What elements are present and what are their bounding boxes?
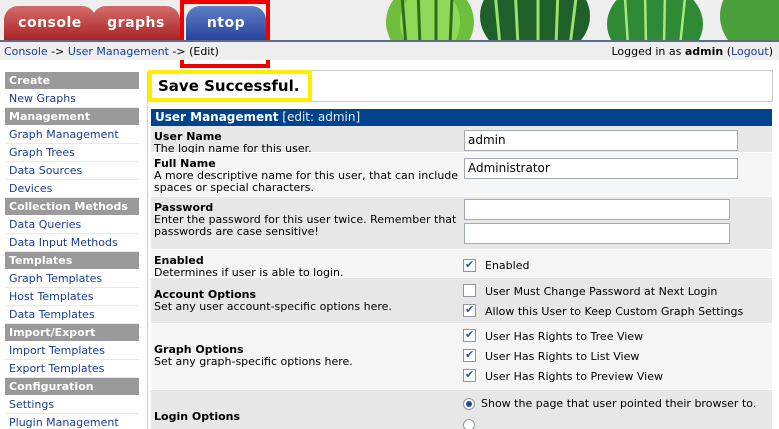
row-login-options: Login Options Show the page that user po… — [151, 390, 772, 429]
top-banner: console graphs ntop — [0, 0, 779, 40]
username-input[interactable]: admin — [464, 130, 738, 151]
sidebar-item-export-templates[interactable]: Export Templates — [5, 360, 139, 378]
enabled-checkbox-label: Enabled — [485, 259, 530, 272]
sidebar-item-new-graphs[interactable]: New Graphs — [5, 90, 139, 108]
sidebar-header-configuration: Configuration — [5, 378, 139, 395]
field-description: A more descriptive name for this user, t… — [154, 169, 459, 194]
sidebar-item-data-sources[interactable]: Data Sources — [5, 162, 139, 180]
sidebar-item-graph-templates[interactable]: Graph Templates — [5, 270, 139, 288]
sidebar-item-settings[interactable]: Settings — [5, 396, 139, 414]
sidebar-header-templates: Templates — [5, 252, 139, 269]
tree-view-rights-label: User Has Rights to Tree View — [485, 330, 644, 343]
login-prefix: Logged in as — [611, 44, 685, 58]
sidebar-item-graph-trees[interactable]: Graph Trees — [5, 144, 139, 162]
form-subtitle: [edit: admin] — [278, 110, 361, 124]
tab-label: graphs — [107, 15, 165, 31]
row-label: Graph Options Set any graph-specific opt… — [151, 324, 463, 389]
breadcrumb-console[interactable]: Console — [4, 45, 48, 58]
login-option-radio-2[interactable] — [463, 419, 475, 429]
sidebar-header-import-export: Import/Export — [5, 324, 139, 341]
login-option-radio-1[interactable] — [463, 398, 475, 410]
row-label: Account Options Set any user account-spe… — [151, 278, 463, 323]
preview-view-rights-checkbox[interactable] — [463, 368, 476, 382]
right-edge — [773, 60, 779, 429]
sidebar-item-plugin-management[interactable]: Plugin Management — [5, 414, 139, 429]
tab-label: console — [18, 15, 82, 31]
form-title: User Management — [155, 110, 279, 124]
must-change-password-checkbox[interactable] — [463, 284, 476, 297]
sidebar-item-data-input-methods[interactable]: Data Input Methods — [5, 234, 139, 252]
login-option-radio-1-label: Show the page that user pointed their br… — [481, 397, 757, 410]
keep-custom-graph-settings-checkbox[interactable] — [463, 303, 476, 317]
sidebar-item-graph-management[interactable]: Graph Management — [5, 126, 139, 144]
sidebar-divider — [147, 72, 148, 429]
sidebar-header-management: Management — [5, 108, 139, 125]
full-name-input[interactable]: Administrator — [464, 158, 738, 179]
preview-view-rights-label: User Has Rights to Preview View — [485, 370, 663, 383]
row-label: Enabled Determines if user is able to lo… — [151, 250, 463, 279]
field-title: Login Options — [154, 410, 241, 423]
logout-paren: ) — [768, 44, 773, 58]
tab-graphs[interactable]: graphs — [92, 6, 180, 40]
logout-link[interactable]: Logout — [731, 45, 769, 58]
row-label: User Name The login name for this user. — [151, 126, 463, 155]
row-password: Password Enter the password for this use… — [151, 197, 772, 250]
sidebar-item-data-templates[interactable]: Data Templates — [5, 306, 139, 324]
row-full-name: Full Name A more descriptive name for th… — [151, 153, 772, 197]
enabled-checkbox[interactable] — [463, 258, 476, 272]
sidebar-item-host-templates[interactable]: Host Templates — [5, 288, 139, 306]
row-label: Full Name A more descriptive name for th… — [151, 153, 463, 196]
row-graph-options: Graph Options Set any graph-specific opt… — [151, 324, 772, 390]
save-message-text: Save Successful. — [158, 77, 300, 95]
password-input[interactable] — [464, 199, 730, 220]
breadcrumb-separator: -> — [47, 44, 68, 58]
field-description: Set any user account-specific options he… — [154, 300, 392, 313]
must-change-password-label: User Must Change Password at Next Login — [485, 285, 718, 298]
login-username: admin — [684, 44, 724, 58]
tab-console[interactable]: console — [4, 6, 96, 40]
breadcrumb-user-management[interactable]: User Management — [68, 45, 169, 58]
breadcrumb-bar: Console -> User Management -> (Edit) Log… — [0, 40, 779, 60]
row-enabled: Enabled Determines if user is able to lo… — [151, 250, 772, 279]
sidebar-item-devices[interactable]: Devices — [5, 180, 139, 198]
logout-paren: ( — [723, 44, 732, 58]
sidebar-header-collection-methods: Collection Methods — [5, 198, 139, 215]
cactus-banner-graphic — [386, 0, 779, 40]
breadcrumb: Console -> User Management -> (Edit) — [4, 45, 219, 58]
password-confirm-input[interactable] — [464, 223, 730, 244]
sidebar-menu: Create New Graphs Management Graph Manageme… — [5, 72, 139, 429]
row-label: Login Options — [151, 390, 463, 429]
sidebar-item-import-templates[interactable]: Import Templates — [5, 342, 139, 360]
row-label: Password Enter the password for this use… — [151, 197, 463, 249]
form-header: User Management [edit: admin] — [151, 109, 772, 126]
breadcrumb-current: (Edit) — [189, 44, 219, 58]
list-view-rights-label: User Has Rights to List View — [485, 350, 640, 363]
row-user-name: User Name The login name for this user. … — [151, 126, 772, 155]
tree-view-rights-checkbox[interactable] — [463, 328, 476, 342]
user-edit-form: User Management [edit: admin] User Name … — [151, 109, 772, 429]
save-success-message: Save Successful. — [148, 70, 312, 102]
login-status: Logged in as admin (Logout) — [611, 45, 775, 58]
list-view-rights-checkbox[interactable] — [463, 348, 476, 362]
keep-custom-graph-settings-label: Allow this User to Keep Custom Graph Set… — [485, 305, 744, 318]
field-description: Enter the password for this user twice. … — [154, 213, 457, 238]
field-description: Set any graph-specific options here. — [154, 355, 353, 368]
sidebar-item-data-queries[interactable]: Data Queries — [5, 216, 139, 234]
breadcrumb-separator: -> — [168, 44, 190, 58]
row-account-options: Account Options Set any user account-spe… — [151, 278, 772, 324]
sidebar-header-create: Create — [5, 72, 139, 89]
